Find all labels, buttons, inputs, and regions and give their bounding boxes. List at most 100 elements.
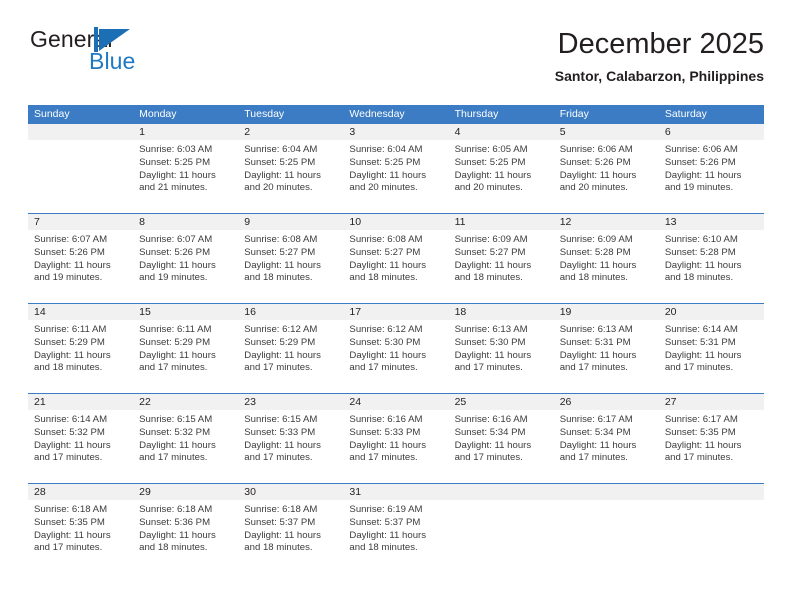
daylight-text-line1: Daylight: 11 hours xyxy=(454,439,532,451)
day-cell[interactable]: 21 Sunrise: 6:14 AM Sunset: 5:32 PM Dayligh… xyxy=(28,394,134,483)
day-cell[interactable]: 10 Sunrise: 6:08 AM Sunset: 5:27 PM Dayligh… xyxy=(343,214,449,303)
day-number: 3 xyxy=(343,124,449,140)
sunset-text: Sunset: 5:29 PM xyxy=(34,336,105,348)
sunrise-text: Sunrise: 6:16 AM xyxy=(454,414,528,425)
day-cell[interactable]: 23 Sunrise: 6:15 AM Sunset: 5:33 PM Dayligh… xyxy=(238,394,344,483)
sunrise-text: Sunrise: 6:18 AM xyxy=(139,504,213,515)
day-sun-info: Sunrise: 6:17 AM Sunset: 5:35 PM Daylight:… xyxy=(659,410,764,465)
day-cell[interactable]: 31 Sunrise: 6:19 AM Sunset: 5:37 PM Dayligh… xyxy=(343,484,449,573)
sunset-text: Sunset: 5:28 PM xyxy=(664,246,736,258)
day-cell[interactable]: 11 Sunrise: 6:09 AM Sunset: 5:27 PM Dayligh… xyxy=(448,214,554,303)
day-cell[interactable]: 28 Sunrise: 6:18 AM Sunset: 5:35 PM Dayligh… xyxy=(28,484,134,573)
day-sun-info: Sunrise: 6:08 AM Sunset: 5:27 PM Daylight:… xyxy=(343,230,448,285)
daylight-text-line2: and 21 minutes. xyxy=(139,182,208,194)
day-cell[interactable]: 3 Sunrise: 6:04 AM Sunset: 5:25 PM Daylight… xyxy=(343,124,449,213)
day-cell[interactable]: 26 Sunrise: 6:17 AM Sunset: 5:34 PM Dayligh… xyxy=(553,394,659,483)
day-cell[interactable]: 27 Sunrise: 6:17 AM Sunset: 5:35 PM Dayligh… xyxy=(658,394,764,483)
calendar-week-row: 7 Sunrise: 6:07 AM Sunset: 5:26 PM Daylight… xyxy=(28,213,764,303)
daylight-text-line1: Daylight: 11 hours xyxy=(349,169,427,181)
day-cell[interactable]: 30 Sunrise: 6:18 AM Sunset: 5:37 PM Dayligh… xyxy=(238,484,344,573)
sunset-text: Sunset: 5:32 PM xyxy=(34,426,105,438)
day-cell[interactable]: 12 Sunrise: 6:09 AM Sunset: 5:28 PM Dayligh… xyxy=(553,214,659,303)
day-cell[interactable]: 14 Sunrise: 6:11 AM Sunset: 5:29 PM Dayligh… xyxy=(28,304,134,393)
week-cells: 7 Sunrise: 6:07 AM Sunset: 5:26 PM Daylight… xyxy=(28,214,764,303)
sunrise-text: Sunrise: 6:09 AM xyxy=(454,234,528,245)
daylight-text-line2: and 17 minutes. xyxy=(139,452,208,464)
day-sun-info: Sunrise: 6:07 AM Sunset: 5:26 PM Daylight:… xyxy=(28,230,133,285)
week-cells: 21 Sunrise: 6:14 AM Sunset: 5:32 PM Dayligh… xyxy=(28,394,764,483)
daylight-text-line2: and 19 minutes. xyxy=(664,182,734,194)
sunset-text: Sunset: 5:35 PM xyxy=(34,516,105,528)
week-cells: 28 Sunrise: 6:18 AM Sunset: 5:35 PM Dayligh… xyxy=(28,484,764,573)
sunset-text: Sunset: 5:32 PM xyxy=(139,426,211,438)
sunrise-text: Sunrise: 6:18 AM xyxy=(34,504,108,515)
day-cell[interactable]: 9 Sunrise: 6:08 AM Sunset: 5:27 PM Daylight… xyxy=(238,214,344,303)
page-header: General Blue December 2025 Santor, Calab… xyxy=(28,26,764,98)
day-cell[interactable]: 17 Sunrise: 6:12 AM Sunset: 5:30 PM Dayligh… xyxy=(343,304,449,393)
daylight-text-line2: and 17 minutes. xyxy=(454,362,523,374)
brand-logo[interactable]: General Blue xyxy=(28,26,248,90)
daylight-text-line2: and 17 minutes. xyxy=(139,362,208,374)
day-cell[interactable]: 19 Sunrise: 6:13 AM Sunset: 5:31 PM Dayligh… xyxy=(553,304,659,393)
sunrise-text: Sunrise: 6:03 AM xyxy=(139,144,213,155)
day-cell[interactable]: 29 Sunrise: 6:18 AM Sunset: 5:36 PM Dayligh… xyxy=(133,484,239,573)
daylight-text-line2: and 17 minutes. xyxy=(559,452,628,464)
day-sun-info: Sunrise: 6:15 AM Sunset: 5:33 PM Daylight:… xyxy=(238,410,343,465)
day-cell[interactable]: 24 Sunrise: 6:16 AM Sunset: 5:33 PM Dayligh… xyxy=(343,394,449,483)
day-cell[interactable]: 22 Sunrise: 6:15 AM Sunset: 5:32 PM Dayligh… xyxy=(133,394,239,483)
day-number: 1 xyxy=(133,124,239,140)
sunrise-text: Sunrise: 6:05 AM xyxy=(454,144,528,155)
weekday-header-thursday: Thursday xyxy=(454,108,499,120)
daylight-text-line1: Daylight: 11 hours xyxy=(349,349,427,361)
daylight-text-line1: Daylight: 11 hours xyxy=(34,349,111,361)
sunrise-text: Sunrise: 6:08 AM xyxy=(244,234,318,245)
sunrise-text: Sunrise: 6:08 AM xyxy=(349,234,423,245)
calendar-week-row: 28 Sunrise: 6:18 AM Sunset: 5:35 PM Dayligh… xyxy=(28,483,764,573)
day-number: 17 xyxy=(343,304,449,320)
sunset-text: Sunset: 5:26 PM xyxy=(139,246,211,258)
daylight-text-line1: Daylight: 11 hours xyxy=(664,169,742,181)
day-sun-info: Sunrise: 6:09 AM Sunset: 5:28 PM Daylight:… xyxy=(554,230,659,285)
day-cell[interactable]: 6 Sunrise: 6:06 AM Sunset: 5:26 PM Daylight… xyxy=(658,124,764,213)
daylight-text-line1: Daylight: 11 hours xyxy=(559,349,637,361)
day-cell[interactable]: 2 Sunrise: 6:04 AM Sunset: 5:25 PM Daylight… xyxy=(238,124,344,213)
calendar-grid: Sunday Monday Tuesday Wednesday Thursday Frid… xyxy=(28,105,764,573)
daylight-text-line1: Daylight: 11 hours xyxy=(454,259,532,271)
day-cell[interactable]: 5 Sunrise: 6:06 AM Sunset: 5:26 PM Daylight… xyxy=(553,124,659,213)
sunset-text: Sunset: 5:27 PM xyxy=(454,246,526,258)
sunset-text: Sunset: 5:30 PM xyxy=(454,336,526,348)
day-cell[interactable]: 25 Sunrise: 6:16 AM Sunset: 5:34 PM Dayligh… xyxy=(448,394,554,483)
weekday-header-monday: Monday xyxy=(139,108,177,120)
daylight-text-line1: Daylight: 11 hours xyxy=(349,259,427,271)
day-sun-info: Sunrise: 6:12 AM Sunset: 5:30 PM Daylight:… xyxy=(343,320,448,375)
day-cell[interactable]: 15 Sunrise: 6:11 AM Sunset: 5:29 PM Dayligh… xyxy=(133,304,239,393)
day-number: 24 xyxy=(343,394,449,410)
sunrise-text: Sunrise: 6:07 AM xyxy=(139,234,213,245)
daylight-text-line2: and 17 minutes. xyxy=(244,452,313,464)
daylight-text-line2: and 20 minutes. xyxy=(349,182,418,194)
daylight-text-line1: Daylight: 11 hours xyxy=(139,439,216,451)
day-cell[interactable]: 16 Sunrise: 6:12 AM Sunset: 5:29 PM Dayligh… xyxy=(238,304,344,393)
sunrise-text: Sunrise: 6:19 AM xyxy=(349,504,423,515)
daylight-text-line1: Daylight: 11 hours xyxy=(139,259,216,271)
day-number: 29 xyxy=(133,484,239,500)
daylight-text-line2: and 18 minutes. xyxy=(34,362,103,374)
day-cell[interactable]: 4 Sunrise: 6:05 AM Sunset: 5:25 PM Daylight… xyxy=(448,124,554,213)
sunset-text: Sunset: 5:37 PM xyxy=(244,516,316,528)
day-cell[interactable]: 8 Sunrise: 6:07 AM Sunset: 5:26 PM Daylight… xyxy=(133,214,239,303)
daylight-text-line2: and 19 minutes. xyxy=(34,272,103,284)
day-sun-info: Sunrise: 6:05 AM Sunset: 5:25 PM Daylight:… xyxy=(449,140,554,195)
sunset-text: Sunset: 5:25 PM xyxy=(454,156,526,168)
daylight-text-line1: Daylight: 11 hours xyxy=(244,529,321,541)
sunrise-text: Sunrise: 6:13 AM xyxy=(454,324,528,335)
day-number: 7 xyxy=(28,214,134,230)
day-sun-info: Sunrise: 6:06 AM Sunset: 5:26 PM Daylight:… xyxy=(554,140,659,195)
day-cell[interactable]: 18 Sunrise: 6:13 AM Sunset: 5:30 PM Dayligh… xyxy=(448,304,554,393)
day-cell[interactable]: 1 Sunrise: 6:03 AM Sunset: 5:25 PM Daylight… xyxy=(133,124,239,213)
day-cell[interactable]: 7 Sunrise: 6:07 AM Sunset: 5:26 PM Daylight… xyxy=(28,214,134,303)
day-cell[interactable]: 20 Sunrise: 6:14 AM Sunset: 5:31 PM Dayligh… xyxy=(658,304,764,393)
daylight-text-line1: Daylight: 11 hours xyxy=(559,169,637,181)
day-cell[interactable]: 13 Sunrise: 6:10 AM Sunset: 5:28 PM Dayligh… xyxy=(658,214,764,303)
day-number xyxy=(448,484,554,500)
day-cell-empty xyxy=(28,124,134,213)
